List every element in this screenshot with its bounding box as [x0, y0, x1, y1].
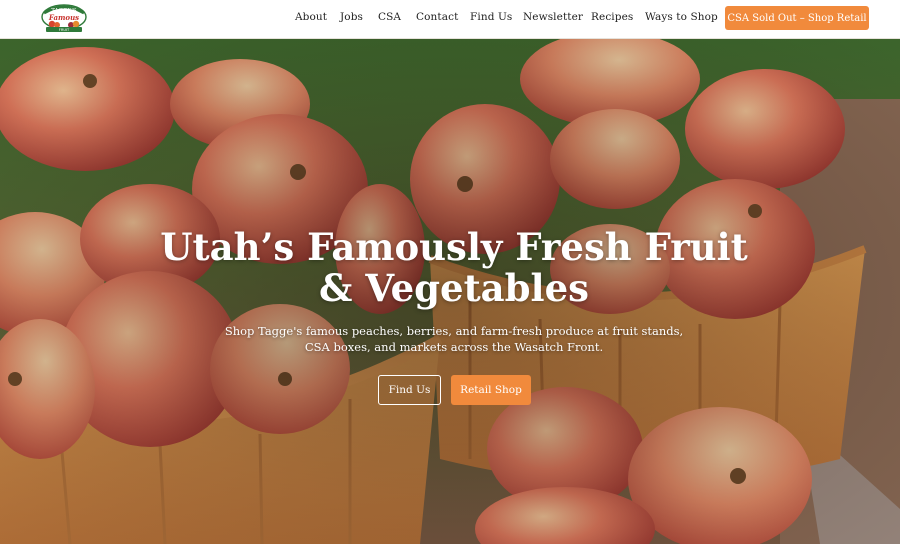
find-us-button[interactable]: Find Us	[378, 375, 441, 405]
hero-title: Utah’s Famously Fresh Fruit & Vegetables	[160, 225, 748, 310]
nav-item-csa[interactable]: CSA	[378, 11, 401, 23]
retail-shop-button[interactable]: Retail Shop	[451, 375, 531, 405]
nav-item-jobs[interactable]: Jobs	[340, 11, 363, 23]
site-header: TAGGE'S Famous FRUIT About Jobs CSA Cont…	[0, 0, 900, 39]
nav-item-ways-to-shop[interactable]: Ways to Shop	[645, 11, 718, 23]
csa-shop-retail-button[interactable]: CSA Sold Out – Shop Retail	[725, 6, 869, 30]
nav-item-about[interactable]: About	[295, 11, 327, 23]
nav-item-contact[interactable]: Contact	[416, 11, 458, 23]
hero-subtitle: Shop Tagge's famous peaches, berries, an…	[224, 324, 684, 354]
nav-item-find-us[interactable]: Find Us	[470, 11, 512, 23]
nav-item-newsletter[interactable]: Newsletter	[523, 11, 583, 23]
hero-section: Utah’s Famously Fresh Fruit & Vegetables…	[0, 39, 900, 544]
nav-item-recipes[interactable]: Recipes	[591, 11, 633, 23]
